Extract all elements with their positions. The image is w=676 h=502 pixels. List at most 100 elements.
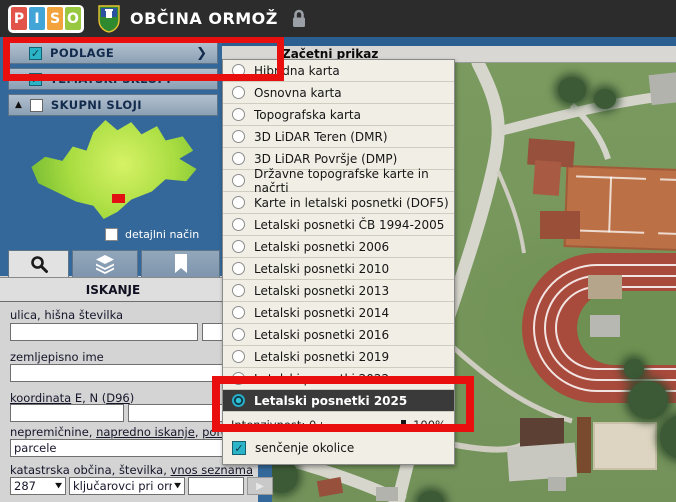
shed-roof xyxy=(588,275,622,299)
basemap-option-label: Letalski posnetki ČB 1994-2005 xyxy=(254,218,444,232)
coordinate-label: koordinata E, N (D96) xyxy=(10,391,134,405)
house-roof xyxy=(649,71,676,105)
tab-layers[interactable] xyxy=(72,250,138,277)
municipality-crest-icon xyxy=(98,5,120,33)
logo-letter: I xyxy=(29,7,45,30)
radio-icon xyxy=(232,240,245,253)
radio-icon xyxy=(232,86,245,99)
sidebar-tabs xyxy=(8,250,220,277)
radio-icon xyxy=(232,306,245,319)
radio-icon xyxy=(232,174,245,187)
radio-icon xyxy=(232,196,245,209)
radio-icon xyxy=(232,108,245,121)
house-roof xyxy=(540,211,580,239)
annotation-box-2025 xyxy=(212,376,474,432)
annotation-box-podlage xyxy=(3,36,284,81)
coordinate-e-input[interactable] xyxy=(10,404,124,422)
radio-icon xyxy=(232,262,245,275)
house-roof xyxy=(376,487,398,501)
basemap-option[interactable]: Letalski posnetki 2010 xyxy=(223,258,454,280)
track-infield-pad xyxy=(590,315,620,337)
advanced-search-link[interactable]: napredno iskanje xyxy=(96,425,195,439)
basemap-option[interactable]: Karte in letalski posnetki (DOF5) xyxy=(223,192,454,214)
app-header: PISO OBČINA ORMOŽ xyxy=(0,0,676,37)
geoname-label: zemljepisno ime xyxy=(10,350,104,364)
list-entry-link[interactable]: vnos seznama xyxy=(171,463,253,477)
checked-checkbox-icon[interactable]: ✓ xyxy=(232,441,246,455)
basemap-option[interactable]: Letalski posnetki 2006 xyxy=(223,236,454,258)
chevron-down-icon: ▼ xyxy=(55,482,62,490)
cadastre-name-select[interactable]: ključarovci pri ormožu ▼ xyxy=(69,477,185,495)
cadastre-label: katastrska občina, številka, vnos seznam… xyxy=(10,463,253,477)
basemap-option[interactable]: Letalski posnetki 2014 xyxy=(223,302,454,324)
basemap-option-label: Letalski posnetki 2016 xyxy=(254,328,389,342)
detail-mode-toggle[interactable]: detajlni način xyxy=(105,228,199,241)
basemap-option[interactable]: Letalski posnetki 2016 xyxy=(223,324,454,346)
basemap-option[interactable]: Letalski posnetki 2013 xyxy=(223,280,454,302)
unchecked-checkbox[interactable] xyxy=(105,228,118,241)
layers-icon xyxy=(94,254,116,274)
basemap-option[interactable]: 3D LiDAR Teren (DMR) xyxy=(223,126,454,148)
overview-map[interactable] xyxy=(28,118,200,220)
cadastre-number-select[interactable]: 287 ▼ xyxy=(10,477,66,495)
basemap-list: Hibridna kartaOsnovna kartaTopografska k… xyxy=(223,60,454,412)
street-input[interactable] xyxy=(10,323,198,341)
chevron-down-icon: ▼ xyxy=(174,482,181,490)
map-extent-marker xyxy=(112,194,125,203)
municipality-shape xyxy=(28,118,200,220)
basemap-option-label: 3D LiDAR Površje (DMP) xyxy=(254,152,397,166)
driveway xyxy=(507,443,577,482)
tab-search[interactable] xyxy=(8,250,69,277)
piso-logo[interactable]: PISO xyxy=(8,5,84,33)
realestate-type-select[interactable]: parcele ▼ xyxy=(10,439,242,457)
basemap-option[interactable]: Državne topografske karte in načrti xyxy=(223,170,454,192)
sandpit-border xyxy=(577,417,591,473)
radio-icon xyxy=(232,152,245,165)
basemap-option-label: Karte in letalski posnetki (DOF5) xyxy=(254,196,449,210)
shading-toggle-row[interactable]: ✓ senčenje okolice xyxy=(223,436,454,464)
page-title: OBČINA ORMOŽ xyxy=(130,9,278,28)
play-arrow-icon: ▶ xyxy=(256,481,264,492)
search-panel-title: ISKANJE xyxy=(0,277,226,302)
basemap-option-label: Letalski posnetki 2006 xyxy=(254,240,389,254)
basemap-option-label: Letalski posnetki 2014 xyxy=(254,306,389,320)
sidebar-section-skupni[interactable]: ▲ SKUPNI SLOJI xyxy=(8,94,218,116)
basemap-option[interactable]: Topografska karta xyxy=(223,104,454,126)
geoname-input[interactable] xyxy=(10,364,240,382)
lock-icon[interactable] xyxy=(290,8,308,29)
radio-icon xyxy=(232,284,245,297)
coordinate-link[interactable]: koordinata xyxy=(10,391,71,405)
logo-letter: P xyxy=(11,7,27,30)
basemap-option-label: Letalski posnetki 2010 xyxy=(254,262,389,276)
detail-mode-label: detajlni način xyxy=(125,228,199,241)
parcel-number-input[interactable] xyxy=(188,477,244,495)
search-go-button[interactable]: ▶ xyxy=(247,477,273,495)
radio-icon xyxy=(232,130,245,143)
tennis-courts xyxy=(564,165,676,253)
logo-letter: S xyxy=(47,7,63,30)
piso-app: Začetni prikaz ✓ PODLAGE ❯ ✓ TEMATSKI SK… xyxy=(0,0,676,502)
tab-bookmarks[interactable] xyxy=(141,250,220,277)
radio-icon xyxy=(232,218,245,231)
radio-icon xyxy=(232,328,245,341)
logo-letter: O xyxy=(65,7,81,30)
basemap-option-label: Državne topografske karte in načrti xyxy=(254,167,454,195)
address-label: ulica, hišna številka xyxy=(10,308,123,322)
bookmark-icon xyxy=(173,254,189,274)
map-toolbar-blue-strip xyxy=(222,37,676,46)
datum-d96-link[interactable]: D96 xyxy=(106,391,130,405)
section-label: SKUPNI SLOJI xyxy=(51,98,142,112)
basemap-option[interactable]: Letalski posnetki 2019 xyxy=(223,346,454,368)
basemap-option[interactable]: Osnovna karta xyxy=(223,82,454,104)
small-building xyxy=(548,477,566,491)
basemap-option[interactable]: Letalski posnetki ČB 1994-2005 xyxy=(223,214,454,236)
collapse-arrow-icon[interactable]: ▲ xyxy=(15,100,22,110)
search-icon xyxy=(29,254,49,274)
basemap-option-label: Topografska karta xyxy=(254,108,361,122)
unchecked-checkbox[interactable] xyxy=(30,99,43,112)
radio-icon xyxy=(232,350,245,363)
shading-label: senčenje okolice xyxy=(255,441,354,455)
basemap-option-label: Letalski posnetki 2013 xyxy=(254,284,389,298)
basemap-option-label: Letalski posnetki 2019 xyxy=(254,350,389,364)
sand-pit xyxy=(593,422,657,470)
